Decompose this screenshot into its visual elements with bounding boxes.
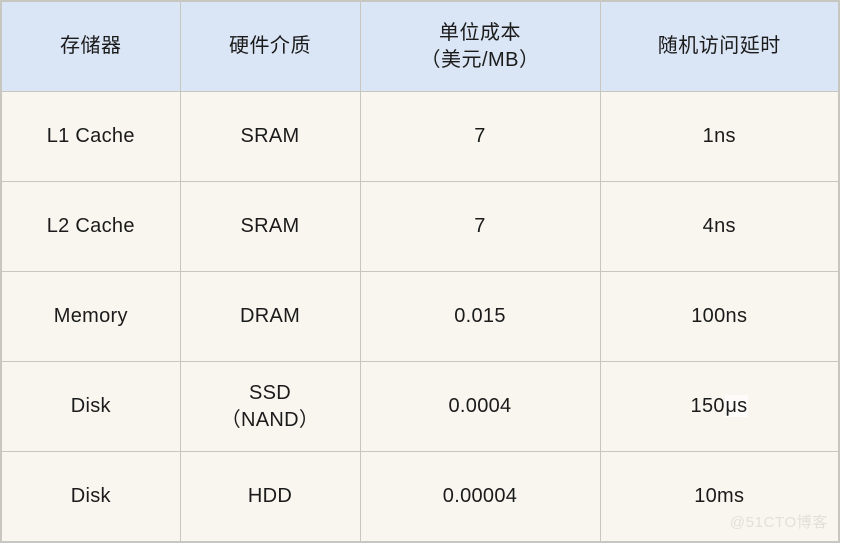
- cell-latency-unit: ns: [714, 215, 736, 238]
- cell-storage: Disk: [0, 451, 181, 543]
- cell-unit-cost-text: 0.00004: [442, 485, 518, 508]
- cell-storage-text: Disk: [70, 485, 111, 508]
- cell-medium: SSD （NAND）: [179, 361, 361, 452]
- cell-unit-cost-text: 7: [474, 125, 486, 148]
- cell-medium-text: SRAM: [240, 125, 300, 148]
- table-row: Memory DRAM 0.015 100ns: [0, 271, 840, 362]
- cell-latency-value: 10: [694, 485, 718, 508]
- cell-storage: L2 Cache: [0, 181, 181, 272]
- cell-storage-text: Memory: [53, 305, 128, 328]
- cell-medium-text: SRAM: [240, 215, 300, 238]
- cell-storage-text: Disk: [70, 395, 111, 418]
- column-header-unit-cost: 单位成本 （美元/MB）: [359, 0, 601, 92]
- table-body: L1 Cache SRAM 7 1ns L2 Cache SRAM 7 4ns …: [0, 91, 840, 543]
- column-header-storage: 存储器: [0, 0, 181, 92]
- cell-medium-line2: （NAND）: [220, 408, 320, 431]
- cell-storage: Memory: [0, 271, 181, 362]
- column-header-unit-cost-line1: 单位成本: [439, 22, 521, 45]
- cell-latency-value: 4: [702, 215, 715, 238]
- cell-latency-value: 150: [690, 395, 725, 418]
- column-header-latency: 随机访问延时: [599, 0, 840, 92]
- cell-latency-unit: μs: [724, 395, 748, 418]
- cell-unit-cost: 0.0004: [359, 361, 601, 452]
- cell-unit-cost-text: 0.015: [454, 305, 506, 328]
- column-header-latency-label: 随机访问延时: [657, 35, 781, 58]
- cell-unit-cost: 7: [359, 91, 601, 182]
- page-root: 存储器 硬件介质 单位成本 （美元/MB） 随机访问延时 L1 Cache SR…: [0, 0, 842, 543]
- cell-latency: 100ns: [599, 271, 840, 362]
- cell-latency-unit: ms: [717, 485, 745, 508]
- cell-storage: L1 Cache: [0, 91, 181, 182]
- cell-storage-text: L1 Cache: [46, 125, 135, 148]
- column-header-unit-cost-line2: （美元/MB）: [420, 48, 540, 71]
- cell-medium-text: DRAM: [239, 305, 301, 328]
- header-row: 存储器 硬件介质 单位成本 （美元/MB） 随机访问延时: [0, 0, 840, 92]
- cell-latency-value: 1: [702, 125, 715, 148]
- table-header: 存储器 硬件介质 单位成本 （美元/MB） 随机访问延时: [0, 0, 840, 92]
- column-header-storage-label: 存储器: [60, 35, 122, 58]
- table-row: Disk SSD （NAND） 0.0004 150μs: [0, 361, 840, 452]
- cell-unit-cost: 7: [359, 181, 601, 272]
- cell-latency: 1ns: [599, 91, 840, 182]
- watermark: @51CTO博客: [729, 514, 828, 531]
- cell-unit-cost-text: 0.0004: [448, 395, 512, 418]
- table-row: Disk HDD 0.00004 10ms: [0, 451, 840, 543]
- cell-medium-line1: SSD: [248, 382, 292, 405]
- cell-medium: HDD: [179, 451, 361, 543]
- cell-medium: DRAM: [179, 271, 361, 362]
- table-row: L2 Cache SRAM 7 4ns: [0, 181, 840, 272]
- column-header-medium-label: 硬件介质: [229, 35, 311, 58]
- cell-unit-cost: 0.015: [359, 271, 601, 362]
- cell-storage-text: L2 Cache: [46, 215, 135, 238]
- cell-medium: SRAM: [179, 91, 361, 182]
- cell-unit-cost-text: 7: [474, 215, 486, 238]
- cell-storage: Disk: [0, 361, 181, 452]
- table-row: L1 Cache SRAM 7 1ns: [0, 91, 840, 182]
- memory-hierarchy-table: 存储器 硬件介质 单位成本 （美元/MB） 随机访问延时 L1 Cache SR…: [0, 0, 840, 543]
- cell-latency-value: 100: [691, 305, 726, 328]
- cell-medium-text: HDD: [247, 485, 293, 508]
- cell-latency-unit: ns: [725, 305, 748, 328]
- cell-latency-unit: ns: [714, 125, 736, 148]
- cell-medium: SRAM: [179, 181, 361, 272]
- cell-unit-cost: 0.00004: [359, 451, 601, 543]
- column-header-medium: 硬件介质: [179, 0, 361, 92]
- cell-latency: 150μs: [599, 361, 840, 452]
- cell-latency: 4ns: [599, 181, 840, 272]
